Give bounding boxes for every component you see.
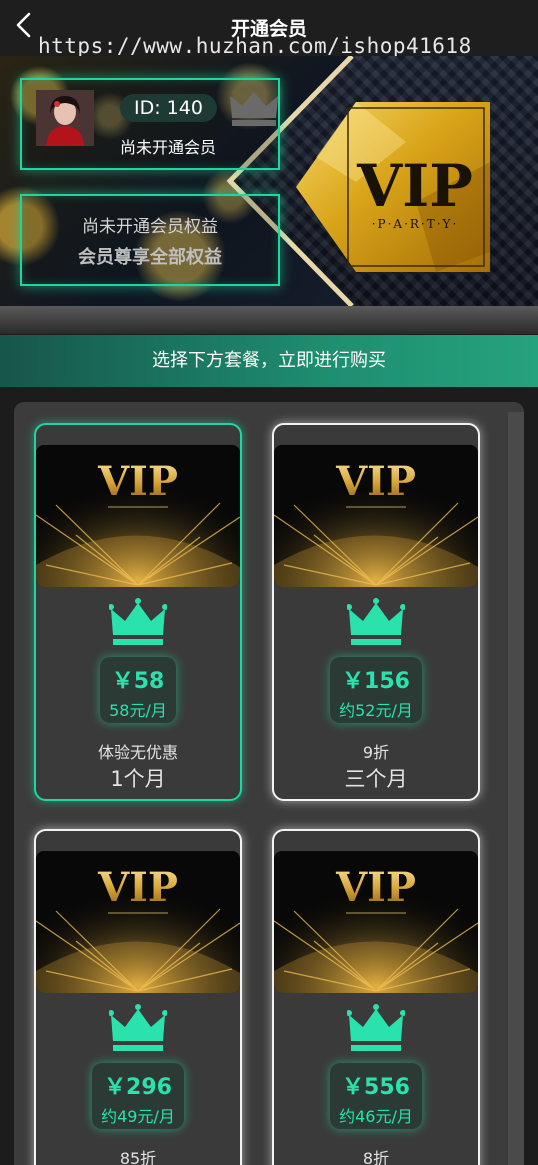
user-id-badge: ID: 140 — [120, 94, 217, 122]
plan-discount: 体验无优惠 — [97, 743, 178, 762]
svg-text:VIP: VIP — [97, 458, 178, 505]
purchase-instruction: 选择下方套餐，立即进行购买 — [0, 335, 538, 387]
price-box: ￥296 约49元/月 — [92, 1063, 184, 1129]
plan-monthly-price: 约49元/月 — [101, 1107, 175, 1126]
plan-card-80-off[interactable]: VIP ￥556 约46元/月 8折 — [272, 829, 480, 1165]
svg-text:VIP: VIP — [97, 864, 178, 911]
plan-discount: 8折 — [362, 1149, 390, 1165]
plan-price: ￥296 — [104, 1075, 172, 1100]
svg-text:VIP: VIP — [335, 864, 416, 911]
plan-card-85-off[interactable]: VIP ￥296 约49元/月 85折 — [34, 829, 242, 1165]
benefit-status-text: 尚未开通会员权益 — [82, 217, 218, 237]
vip-logo-sub: ·P·A·R·T·Y· — [372, 217, 459, 231]
crown-icon — [347, 598, 405, 645]
plan-monthly-price: 约46元/月 — [339, 1107, 413, 1126]
plan-price: ￥156 — [342, 669, 410, 694]
crown-icon — [109, 598, 167, 645]
benefit-description: 会员尊享全部权益 — [78, 247, 222, 268]
price-box: ￥156 约52元/月 — [330, 657, 422, 723]
plan-duration: 三个月 — [344, 767, 408, 791]
vip-plan-image: VIP — [36, 851, 240, 993]
membership-status: 尚未开通会员 — [120, 138, 217, 157]
benefits-card: 尚未开通会员权益 会员尊享全部权益 — [20, 194, 280, 286]
plan-price: ￥556 — [342, 1075, 410, 1100]
vip-page: 开通会员 https://www.huzhan.com/ishop41618 V… — [0, 0, 538, 1165]
price-box: ￥58 58元/月 — [100, 657, 176, 723]
vip-party-logo: VIP ·P·A·R·T·Y· — [296, 102, 490, 272]
vip-plan-image: VIP — [274, 445, 478, 587]
price-box: ￥556 约46元/月 — [330, 1063, 422, 1129]
vip-plan-image: VIP — [274, 851, 478, 993]
plan-discount: 85折 — [119, 1149, 157, 1165]
nav-bar: 开通会员 https://www.huzhan.com/ishop41618 — [0, 0, 538, 58]
vip-logo-text: VIP — [356, 152, 473, 220]
user-info-card: ID: 140 尚未开通会员 — [20, 78, 280, 170]
plan-duration: 1个月 — [110, 767, 166, 791]
vip-banner: VIP ·P·A·R·T·Y· ID: 140 尚未开通会员 尚未开通会员权益 … — [0, 56, 538, 306]
plan-monthly-price: 58元/月 — [109, 701, 167, 720]
plan-card-1-month[interactable]: VIP ￥58 58元/月 体验无优惠 1个月 — [34, 423, 242, 801]
crown-icon — [109, 1004, 167, 1051]
svg-text:VIP: VIP — [335, 458, 416, 505]
scroll-track — [508, 412, 524, 1165]
banner-divider — [0, 306, 538, 334]
avatar[interactable] — [36, 90, 94, 146]
plan-card-3-months[interactable]: VIP ￥156 约52元/月 9折 三个月 — [272, 423, 480, 801]
plan-price: ￥58 — [111, 669, 165, 694]
plan-monthly-price: 约52元/月 — [339, 701, 413, 720]
vip-plan-image: VIP — [36, 445, 240, 587]
crown-icon — [230, 92, 278, 126]
crown-icon — [347, 1004, 405, 1051]
plan-discount: 9折 — [362, 743, 390, 762]
watermark-text: https://www.huzhan.com/ishop41618 — [38, 34, 472, 58]
